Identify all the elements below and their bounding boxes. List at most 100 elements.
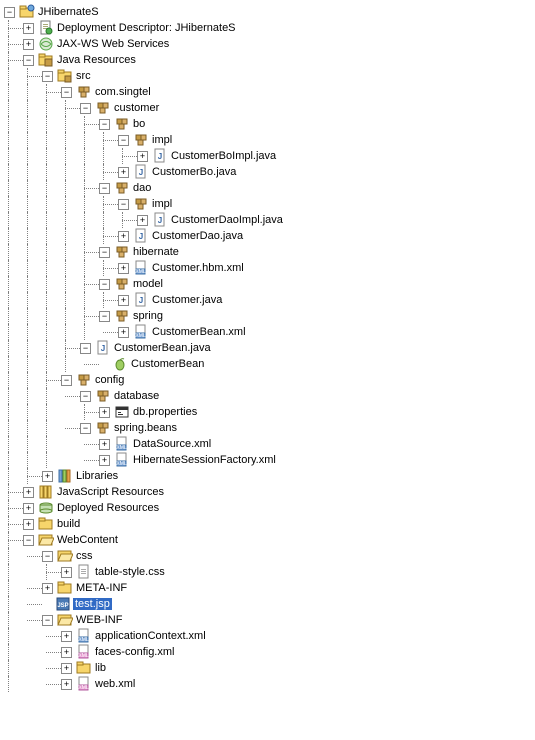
tree-item-label[interactable]: CustomerDao.java [151,230,243,242]
collapse-toggle[interactable]: − [61,375,72,386]
expand-toggle[interactable]: + [99,407,110,418]
collapse-toggle[interactable]: − [80,391,91,402]
tree-item-label[interactable]: customer [113,102,159,114]
tree-item[interactable]: −JHibernateS [4,4,535,20]
tree-item-label[interactable]: model [132,278,163,290]
tree-item[interactable]: +XMLfaces-config.xml [4,644,535,660]
tree-item[interactable]: +JCustomerDao.java [4,228,535,244]
tree-item[interactable]: + META-INF [4,580,535,596]
tree-item[interactable]: −WEB-INF [4,612,535,628]
expand-toggle[interactable]: + [61,567,72,578]
tree-item-label[interactable]: Java Resources [56,54,136,66]
tree-item[interactable]: +Libraries [4,468,535,484]
collapse-toggle[interactable]: − [118,199,129,210]
collapse-toggle[interactable]: − [80,343,91,354]
tree-item[interactable]: + db.properties [4,404,535,420]
expand-toggle[interactable]: + [61,679,72,690]
tree-item-label[interactable]: impl [151,134,172,146]
tree-item-label[interactable]: applicationContext.xml [94,630,206,642]
tree-item[interactable]: − Java Resources [4,52,535,68]
expand-toggle[interactable]: + [23,519,34,530]
tree-item[interactable]: +JavaScript Resources [4,484,535,500]
tree-item[interactable]: +XMLweb.xml [4,676,535,692]
expand-toggle[interactable]: + [137,151,148,162]
expand-toggle[interactable]: + [99,439,110,450]
collapse-toggle[interactable]: − [23,55,34,66]
tree-item-label[interactable]: HibernateSessionFactory.xml [132,454,276,466]
tree-item-label[interactable]: table-style.css [94,566,165,578]
collapse-toggle[interactable]: − [80,423,91,434]
tree-item[interactable]: + table-style.css [4,564,535,580]
tree-item-label[interactable]: database [113,390,159,402]
expand-toggle[interactable]: + [61,631,72,642]
tree-item-label[interactable]: db.properties [132,406,197,418]
tree-item[interactable]: + lib [4,660,535,676]
tree-item-label[interactable]: lib [94,662,106,674]
tree-item-label[interactable]: CustomerBean.xml [151,326,246,338]
expand-toggle[interactable]: + [23,487,34,498]
expand-toggle[interactable]: + [23,23,34,34]
expand-toggle[interactable]: + [118,295,129,306]
tree-item-label[interactable]: css [75,550,93,562]
collapse-toggle[interactable]: − [80,103,91,114]
expand-toggle[interactable]: + [118,263,129,274]
tree-item-label[interactable]: CustomerBo.java [151,166,236,178]
tree-item-label[interactable]: JAX-WS Web Services [56,38,169,50]
tree-item-label[interactable]: Deployment Descriptor: JHibernateS [56,22,236,34]
collapse-toggle[interactable]: − [99,183,110,194]
tree-item[interactable]: +XMLDataSource.xml [4,436,535,452]
tree-item[interactable]: − css [4,548,535,564]
tree-item-label[interactable]: Deployed Resources [56,502,159,514]
tree-item-label[interactable]: CustomerBean.java [113,342,211,354]
expand-toggle[interactable]: + [99,455,110,466]
tree-item-label[interactable]: build [56,518,80,530]
tree-item[interactable]: − dao [4,180,535,196]
tree-item-label[interactable]: Libraries [75,470,118,482]
tree-item[interactable]: JSPtest.jsp [4,596,535,612]
tree-item[interactable]: − impl [4,132,535,148]
collapse-toggle[interactable]: − [99,119,110,130]
tree-item[interactable]: − config [4,372,535,388]
tree-item[interactable]: +JCustomerDaoImpl.java [4,212,535,228]
tree-item[interactable]: − src [4,68,535,84]
tree-item[interactable]: + Deployed Resources [4,500,535,516]
tree-item[interactable]: +JCustomer.java [4,292,535,308]
tree-item-label[interactable]: WebContent [56,534,118,546]
tree-item[interactable]: − customer [4,100,535,116]
expand-toggle[interactable]: + [42,583,53,594]
expand-toggle[interactable]: + [23,39,34,50]
expand-toggle[interactable]: + [23,503,34,514]
tree-item-label[interactable]: CustomerDaoImpl.java [170,214,283,226]
collapse-toggle[interactable]: − [42,551,53,562]
collapse-toggle[interactable]: − [118,135,129,146]
tree-item-label[interactable]: src [75,70,91,82]
collapse-toggle[interactable]: − [42,71,53,82]
tree-item[interactable]: − WebContent [4,532,535,548]
tree-item-label[interactable]: spring [132,310,163,322]
tree-item[interactable]: − database [4,388,535,404]
expand-toggle[interactable]: + [118,167,129,178]
tree-item[interactable]: −hibernate [4,244,535,260]
tree-item-label[interactable]: Customer.java [151,294,222,306]
tree-item-label[interactable]: WEB-INF [75,614,122,626]
tree-item-label[interactable]: dao [132,182,151,194]
tree-item-label[interactable]: CustomerBean [130,358,204,370]
expand-toggle[interactable]: + [118,231,129,242]
tree-item[interactable]: +XMLHibernateSessionFactory.xml [4,452,535,468]
tree-item-label[interactable]: META-INF [75,582,127,594]
tree-item-label[interactable]: JHibernateS [37,6,99,18]
tree-item[interactable]: −spring.beans [4,420,535,436]
tree-item[interactable]: +XMLCustomer.hbm.xml [4,260,535,276]
collapse-toggle[interactable]: − [99,279,110,290]
tree-item[interactable]: +JCustomerBoImpl.java [4,148,535,164]
tree-item[interactable]: − model [4,276,535,292]
collapse-toggle[interactable]: − [23,535,34,546]
tree-item[interactable]: + build [4,516,535,532]
tree-item[interactable]: +JCustomerBo.java [4,164,535,180]
collapse-toggle[interactable]: − [99,311,110,322]
expand-toggle[interactable]: + [61,663,72,674]
tree-item[interactable]: −com.singtel [4,84,535,100]
tree-item-label[interactable]: com.singtel [94,86,151,98]
expand-toggle[interactable]: + [137,215,148,226]
tree-item-label[interactable]: config [94,374,124,386]
